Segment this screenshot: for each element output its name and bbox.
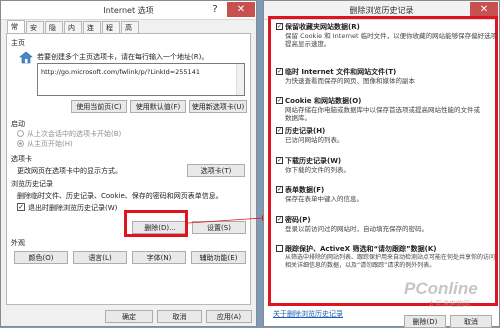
keep-favorites-desc-1: 保留 Cookie 和 Internet 临时文件，以便你收藏的网站能够保存偏好… — [285, 32, 498, 40]
delete-on-exit-label: 退出时删除浏览历史记录(W) — [28, 204, 118, 212]
cancel-button[interactable]: 取消 — [157, 310, 202, 323]
about-delete-history-link[interactable]: 关于删除浏览历史记录 — [273, 309, 343, 319]
homepage-description: 若要创建多个主页选项卡，请在每行输入一个地址(R)。 — [37, 53, 209, 61]
dialog-delete-button[interactable]: 删除(D) — [404, 315, 446, 328]
cookies-title: Cookie 和网站数据(O) — [285, 97, 362, 105]
history-description: 删除临时文件、历史记录、Cookie、保存的密码和网页表单信息。 — [17, 192, 223, 200]
homepage-group-label: 主页 — [11, 39, 25, 47]
tabs-group-label: 选项卡 — [11, 155, 32, 163]
startup-homepage-radio[interactable] — [17, 140, 24, 147]
tab-advanced[interactable]: 高级 — [121, 21, 139, 44]
delete-on-exit-checkbox[interactable]: ✓ — [17, 203, 25, 211]
download-history-checkbox[interactable]: ✓ — [276, 157, 283, 164]
startup-last-session-label: 从上次会话中的选项卡开始(B) — [27, 130, 122, 138]
arrow-connector — [188, 215, 268, 224]
use-current-button[interactable]: 使用当前页(C) — [71, 100, 127, 113]
form-data-checkbox[interactable]: ✓ — [276, 186, 283, 193]
accessibility-button[interactable]: 辅助功能(E) — [191, 251, 246, 264]
history-title: 历史记录(H) — [285, 127, 326, 135]
history-checkbox[interactable]: ✓ — [276, 127, 283, 134]
tabs-settings-button[interactable]: 选项卡(T) — [187, 164, 245, 177]
tracking-protection-desc-2: 相关详细信息的数据，以及“请勿跟踪”请求的例外列表。 — [285, 262, 436, 269]
apply-button[interactable]: 应用(A) — [206, 310, 252, 323]
history-desc: 已访问网站的列表。 — [285, 136, 344, 144]
dialog-cancel-button[interactable]: 取消 — [450, 315, 492, 328]
tabs-description: 更改网页在选项卡中的显示方式。 — [17, 167, 122, 175]
keep-favorites-checkbox[interactable]: ✓ — [276, 23, 283, 30]
download-history-desc: 你下载的文件的列表。 — [285, 166, 350, 174]
appearance-group-label: 外观 — [11, 239, 25, 247]
dialog-title: 删除浏览历史记录 — [349, 6, 414, 15]
temp-files-desc: 为快速查看而保存的网页、图像和媒体的副本 — [285, 77, 415, 85]
homepage-url-value: http://go.microsoft.com/fwlink/p/?LinkId… — [41, 68, 200, 76]
dialog-close-button[interactable]: ✕ — [470, 2, 498, 17]
temp-files-checkbox[interactable]: ✓ — [276, 68, 283, 75]
download-history-title: 下载历史记录(W) — [285, 157, 342, 165]
tracking-protection-desc-1: 从筛选中排除的网站列表、跟踪保护用来自动检测站点可能在何处共享你的访问 — [285, 254, 496, 261]
passwords-title: 密码(P) — [285, 216, 311, 224]
help-button[interactable]: ? — [204, 2, 226, 17]
use-new-tab-button[interactable]: 使用新选项卡(U) — [189, 100, 247, 113]
general-panel: 主页 若要创建多个主页选项卡，请在每行输入一个地址(R)。 http://go.… — [6, 33, 251, 305]
tab-privacy[interactable]: 隐私 — [45, 21, 63, 44]
passwords-checkbox[interactable]: ✓ — [276, 216, 283, 223]
fonts-button[interactable]: 字体(N) — [132, 251, 186, 264]
tab-security[interactable]: 安全 — [26, 21, 44, 44]
cookies-desc-2: 数据库。 — [285, 114, 311, 122]
tab-programs[interactable]: 程序 — [102, 21, 120, 44]
keep-favorites-desc-2: 提高显示速度。 — [285, 40, 331, 48]
keep-favorites-title: 保留收藏夹网站数据(R) — [285, 23, 360, 31]
cookies-desc-1: 网站存储在你电脑或数据库中以保存首选项或提高网站性能的文件或 — [285, 106, 480, 114]
tab-general[interactable]: 常规 — [7, 20, 25, 43]
ok-button[interactable]: 确定 — [105, 310, 153, 323]
tab-connections[interactable]: 连接 — [83, 21, 101, 44]
form-data-title: 表单数据(F) — [285, 186, 325, 194]
textarea-scrollbar[interactable] — [236, 64, 244, 95]
title-bar: Internet 选项 ? ✕ — [1, 1, 256, 20]
temp-files-title: 临时 Internet 文件和网站文件(T) — [285, 68, 397, 76]
tab-content[interactable]: 内容 — [64, 21, 82, 44]
homepage-icon — [19, 51, 33, 64]
options-list: ✓ 保留收藏夹网站数据(R) 保留 Cookie 和 Internet 临时文件… — [273, 20, 498, 302]
passwords-desc: 登录以前访问过的网站时，自动填充保存的密码。 — [285, 225, 428, 233]
delete-button-highlight — [124, 210, 188, 237]
cookies-checkbox[interactable]: ✓ — [276, 97, 283, 104]
startup-group-label: 启动 — [11, 120, 25, 128]
watermark-logo: PConline — [404, 279, 478, 298]
use-default-button[interactable]: 使用默认值(F) — [130, 100, 186, 113]
close-button[interactable]: ✕ — [227, 2, 255, 17]
startup-last-session-radio[interactable] — [17, 130, 24, 137]
tracking-protection-checkbox[interactable] — [276, 245, 283, 252]
tracking-protection-title: 跟踪保护、ActiveX 筛选和“请勿跟踪”数据(K) — [285, 245, 437, 253]
languages-button[interactable]: 语言(L) — [73, 251, 127, 264]
startup-homepage-label: 从主页开始(H) — [27, 140, 73, 148]
homepage-url-textarea[interactable]: http://go.microsoft.com/fwlink/p/?LinkId… — [37, 63, 245, 96]
history-group-label: 浏览历史记录 — [11, 180, 53, 188]
form-data-desc: 保存在表单中键入的信息。 — [285, 195, 363, 203]
colors-button[interactable]: 颜色(O) — [14, 251, 68, 264]
watermark-subtitle: 太平洋电脑网 — [428, 300, 470, 308]
internet-options-window: Internet 选项 ? ✕ 常规 安全 隐私 内容 连接 程序 高级 主页 … — [0, 0, 257, 327]
